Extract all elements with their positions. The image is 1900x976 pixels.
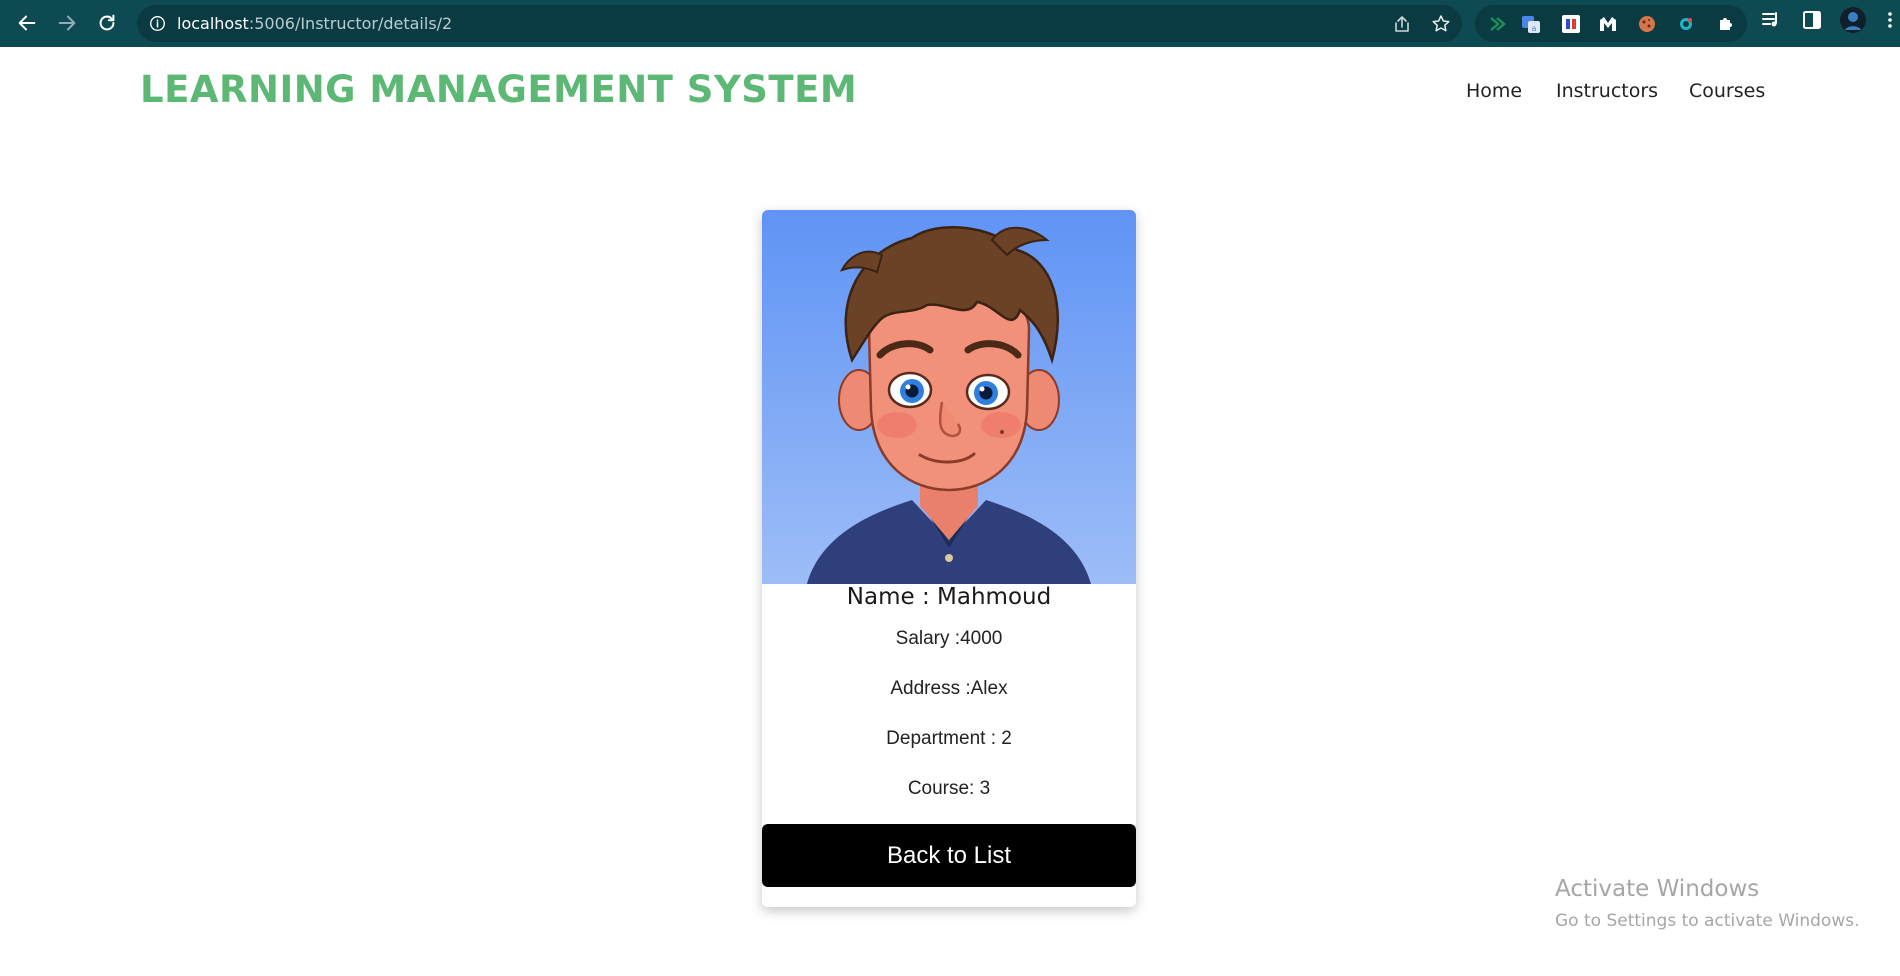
cartoon-boy-avatar-image	[762, 210, 1136, 584]
flag-extension-icon[interactable]	[1560, 14, 1582, 34]
reload-icon[interactable]	[92, 8, 122, 38]
side-panel-icon[interactable]	[1801, 9, 1823, 31]
more-menu-icon[interactable]	[1884, 9, 1896, 31]
activate-windows-subtitle: Go to Settings to activate Windows.	[1555, 911, 1860, 931]
back-to-list-button[interactable]: Back to List	[762, 824, 1136, 887]
translate-extension-icon[interactable]: a	[1520, 14, 1542, 34]
instructor-department: Department : 2	[886, 728, 1012, 749]
profile-avatar-icon[interactable]	[1839, 6, 1867, 34]
url-host: localhost	[177, 14, 249, 33]
back-arrow-icon[interactable]	[12, 8, 42, 38]
instructor-course: Course: 3	[907, 778, 991, 799]
cookie-extension-icon[interactable]	[1636, 14, 1658, 34]
nav-instructors-link[interactable]: Instructors	[1556, 80, 1658, 102]
nav-home-link[interactable]: Home	[1466, 80, 1522, 102]
instructor-salary: Salary :4000	[895, 628, 1003, 649]
url-path: :5006/Instructor/details/2	[248, 14, 453, 33]
instructor-name: Name : Mahmoud	[846, 584, 1052, 610]
url-text[interactable]: localhost:5006/Instructor/details/2	[177, 14, 452, 33]
share-icon[interactable]	[1392, 14, 1412, 34]
arrow-extension-icon[interactable]	[1487, 14, 1509, 34]
address-bar[interactable]: localhost:5006/Instructor/details/2	[137, 5, 1462, 42]
instructor-card: Name : Mahmoud Salary :4000 Address :Ale…	[762, 210, 1136, 907]
info-icon[interactable]	[149, 15, 166, 32]
forward-arrow-icon[interactable]	[52, 8, 82, 38]
svg-text:a: a	[1532, 24, 1537, 33]
instructor-address: Address :Alex	[890, 678, 1008, 699]
malwarebytes-extension-icon[interactable]	[1597, 14, 1619, 34]
bookmark-star-icon[interactable]	[1431, 14, 1451, 34]
site-title[interactable]: LEARNING MANAGEMENT SYSTEM	[140, 68, 857, 111]
nav-courses-link[interactable]: Courses	[1689, 80, 1765, 102]
media-playlist-icon[interactable]	[1760, 9, 1782, 31]
camera-extension-icon[interactable]	[1675, 14, 1697, 34]
activate-windows-title: Activate Windows	[1555, 876, 1760, 902]
browser-toolbar: localhost:5006/Instructor/details/2 a	[0, 0, 1900, 47]
extensions-area: a	[1475, 5, 1747, 42]
extensions-puzzle-icon[interactable]	[1715, 14, 1737, 34]
